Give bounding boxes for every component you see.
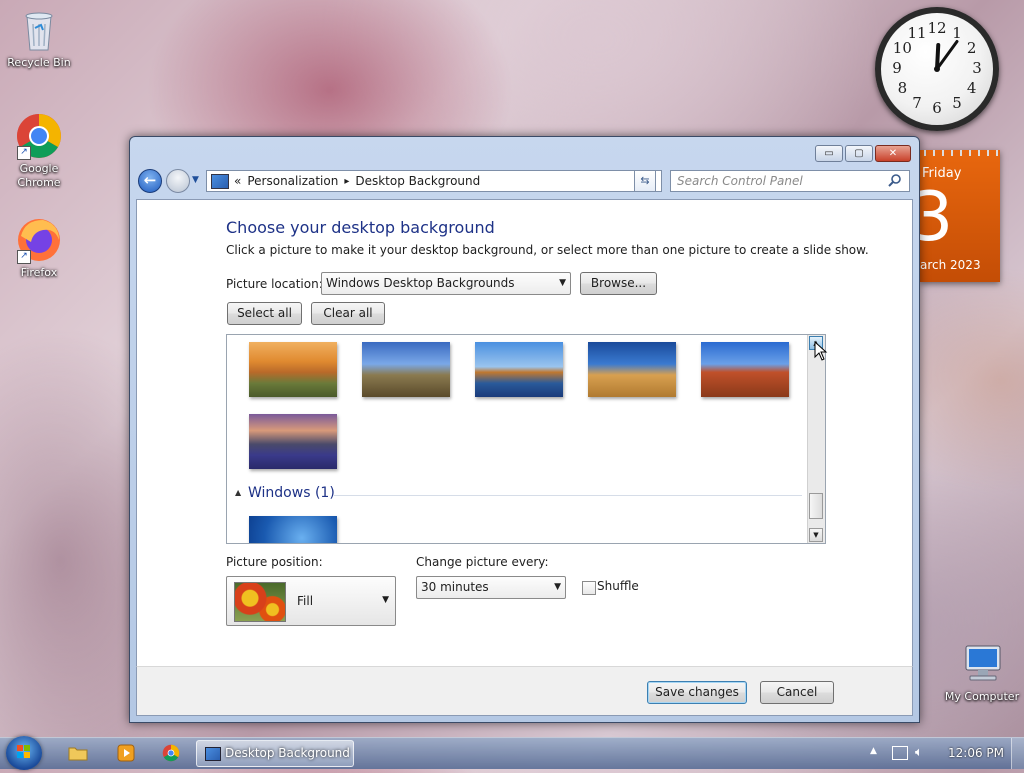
- breadcrumb-overflow[interactable]: «: [231, 174, 244, 188]
- wallpaper-thumbnail[interactable]: [249, 516, 337, 543]
- control-panel-icon: [205, 747, 221, 761]
- save-changes-button[interactable]: Save changes: [647, 681, 747, 704]
- select-all-button[interactable]: Select all: [227, 302, 302, 325]
- mouse-cursor-icon: [814, 340, 828, 364]
- chevron-down-icon: ▼: [554, 582, 561, 592]
- picture-position-label: Picture position:: [226, 555, 323, 569]
- desktop-icon-firefox[interactable]: ↗ Firefox: [4, 216, 74, 280]
- instruction-text: Click a picture to make it your desktop …: [226, 243, 869, 257]
- clock-center-pin: [934, 66, 940, 72]
- firefox-icon: ↗: [15, 216, 63, 264]
- windows-logo-icon: [17, 745, 30, 758]
- computer-icon: [958, 640, 1006, 688]
- taskbar-explorer-button[interactable]: [68, 744, 88, 762]
- clear-all-button[interactable]: Clear all: [311, 302, 385, 325]
- breadcrumb-personalization[interactable]: Personalization: [244, 174, 341, 188]
- picture-list: ▲ Windows (1) ▲ ▼: [226, 334, 826, 544]
- chrome-icon: ↗: [15, 112, 63, 160]
- change-picture-label: Change picture every:: [416, 555, 549, 569]
- picture-position-value: Fill: [297, 594, 314, 608]
- taskbar: Desktop Background ▲ 🔈︎ 12:06 PM: [0, 736, 1024, 770]
- browse-button[interactable]: Browse...: [580, 272, 657, 295]
- shortcut-arrow-icon: ↗: [17, 146, 31, 160]
- scrollbar[interactable]: ▲ ▼: [807, 335, 825, 543]
- desktop-icon-google-chrome[interactable]: ↗ Google Chrome: [4, 112, 74, 190]
- network-icon[interactable]: [892, 746, 908, 760]
- desktop-icon-label: Google Chrome: [17, 162, 61, 189]
- wallpaper-thumbnail[interactable]: [249, 342, 337, 397]
- change-picture-value: 30 minutes: [421, 580, 489, 594]
- maximize-button[interactable]: ▢: [845, 145, 873, 162]
- desktop-icon-my-computer[interactable]: My Computer: [940, 640, 1024, 704]
- search-icon[interactable]: [888, 173, 902, 187]
- taskbar-media-player-button[interactable]: [116, 744, 136, 762]
- wallpaper-thumbnail[interactable]: [701, 342, 789, 397]
- picture-position-select[interactable]: Fill ▼: [226, 576, 396, 626]
- cancel-button[interactable]: Cancel: [760, 681, 834, 704]
- calendar-month-year: arch 2023: [920, 258, 981, 272]
- page-title: Choose your desktop background: [226, 218, 495, 237]
- content-pane: Choose your desktop background Click a p…: [136, 199, 913, 666]
- chrome-icon: [162, 744, 180, 762]
- chevron-down-icon: ▼: [382, 595, 389, 605]
- wallpaper-thumbnail[interactable]: [588, 342, 676, 397]
- picture-location-label: Picture location:: [226, 277, 323, 291]
- window-footer: Save changes Cancel: [136, 666, 913, 716]
- desktop-icon-label: My Computer: [944, 690, 1020, 703]
- picture-location-select[interactable]: Windows Desktop Backgrounds ▼: [321, 272, 571, 295]
- calendar-rings: [920, 150, 1000, 156]
- address-bar[interactable]: « Personalization ▸ Desktop Background ▼: [206, 170, 662, 192]
- group-divider: [334, 495, 802, 496]
- minimize-button[interactable]: ▭: [815, 145, 843, 162]
- show-desktop-button[interactable]: [1011, 738, 1024, 769]
- taskbar-clock[interactable]: 12:06 PM: [948, 746, 1004, 760]
- scroll-thumb[interactable]: [809, 493, 823, 519]
- clock-hands: [934, 39, 959, 72]
- breadcrumb-separator-icon[interactable]: ▸: [341, 176, 352, 187]
- scroll-down-button[interactable]: ▼: [809, 528, 823, 542]
- search-input[interactable]: Search Control Panel: [670, 170, 910, 192]
- desktop-icon-label: Recycle Bin: [7, 56, 71, 69]
- clock-gadget[interactable]: 12 1 2 3 4 5 6 7 8 9 10 11: [875, 7, 999, 131]
- caption-buttons: ▭ ▢ ✕: [815, 145, 911, 162]
- chevron-down-icon: ▼: [559, 278, 566, 288]
- close-button[interactable]: ✕: [875, 145, 911, 162]
- folder-icon: [68, 747, 88, 761]
- breadcrumb-desktop-background[interactable]: Desktop Background: [352, 174, 483, 188]
- group-header-windows[interactable]: Windows (1): [248, 485, 335, 501]
- picture-location-value: Windows Desktop Backgrounds: [326, 276, 515, 290]
- group-collapse-icon[interactable]: ▲: [235, 488, 241, 497]
- taskbar-active-window-button[interactable]: Desktop Background: [196, 740, 354, 767]
- recycle-bin-icon: [15, 6, 63, 54]
- calendar-day: 3: [920, 178, 954, 257]
- refresh-button[interactable]: ⇆: [634, 170, 656, 192]
- wallpaper-thumbnail[interactable]: [475, 342, 563, 397]
- back-button[interactable]: ←: [138, 169, 162, 193]
- shuffle-checkbox[interactable]: [582, 581, 596, 595]
- volume-icon[interactable]: 🔈︎: [915, 745, 923, 760]
- shuffle-label[interactable]: Shuffle: [597, 579, 639, 593]
- shortcut-arrow-icon: ↗: [17, 250, 31, 264]
- desktop-background-window: ▭ ▢ ✕ ← ▼ « Personalization ▸ Desktop Ba…: [129, 136, 920, 723]
- change-picture-select[interactable]: 30 minutes ▼: [416, 576, 566, 599]
- show-hidden-icons-button[interactable]: ▲: [870, 746, 877, 756]
- wallpaper-thumbnail[interactable]: [362, 342, 450, 397]
- wallpaper-thumbnail[interactable]: [249, 414, 337, 469]
- media-player-icon: [117, 744, 135, 762]
- taskbar-chrome-button[interactable]: [162, 744, 182, 762]
- calendar-gadget[interactable]: Friday 3 arch 2023: [920, 150, 1000, 282]
- desktop-icon-recycle-bin[interactable]: Recycle Bin: [4, 6, 74, 70]
- forward-button[interactable]: [166, 169, 190, 193]
- start-button[interactable]: [6, 736, 42, 770]
- active-window-label: Desktop Background: [225, 746, 350, 760]
- position-preview-icon: [234, 582, 286, 622]
- recent-pages-dropdown[interactable]: ▼: [192, 175, 199, 185]
- desktop-icon-label: Firefox: [20, 266, 58, 279]
- navigation-bar: ← ▼ « Personalization ▸ Desktop Backgrou…: [136, 167, 913, 195]
- control-panel-icon: [211, 173, 229, 189]
